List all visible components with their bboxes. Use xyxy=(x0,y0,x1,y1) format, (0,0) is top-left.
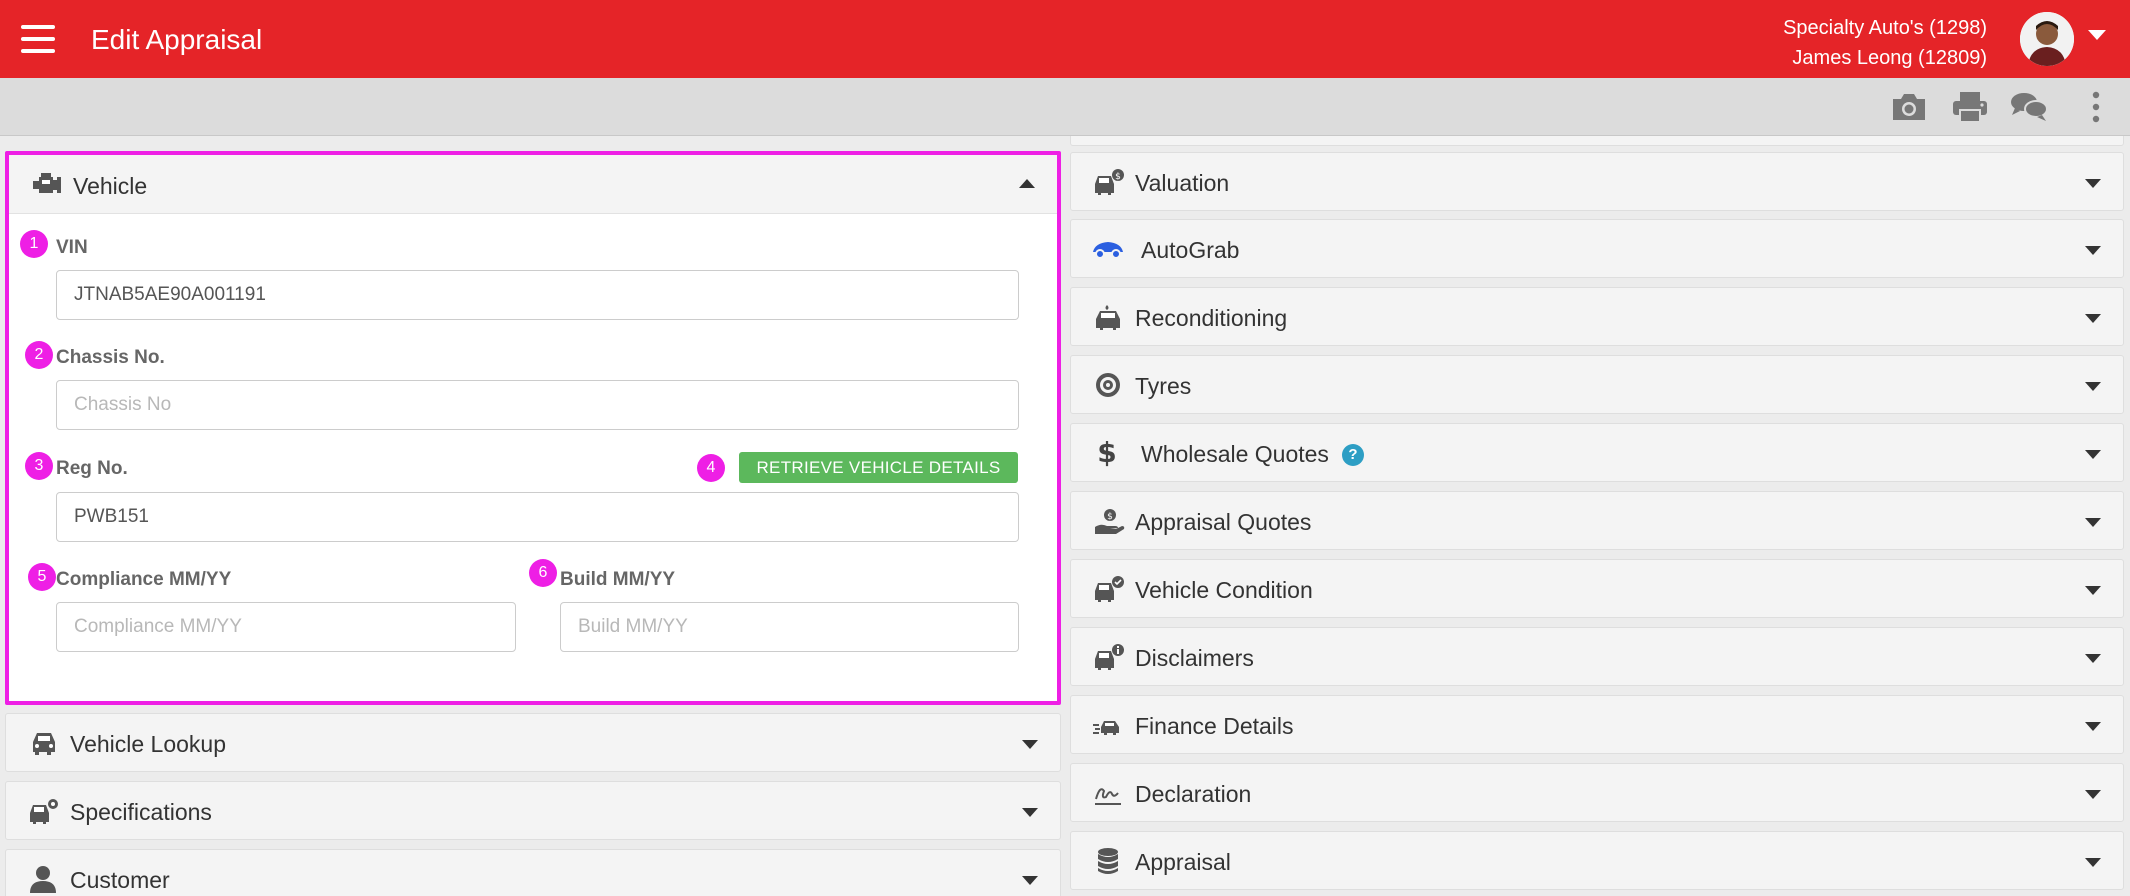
user-icon xyxy=(28,865,60,893)
compliance-label: Compliance MM/YY xyxy=(56,569,232,590)
panel-title: Specifications xyxy=(70,799,212,825)
panel-title: Appraisal xyxy=(1135,849,1231,875)
panel-valuation[interactable]: $ Valuation xyxy=(1070,152,2124,211)
reg-label: Reg No. xyxy=(56,458,128,479)
panel-finance-details[interactable]: Finance Details xyxy=(1070,695,2124,754)
expand-caret-icon[interactable] xyxy=(2085,518,2101,527)
engine-icon xyxy=(31,171,63,199)
panel-customer[interactable]: Customer xyxy=(5,849,1061,896)
panel-title: Customer xyxy=(70,867,170,893)
avatar[interactable] xyxy=(2020,12,2074,66)
collapse-caret-icon[interactable] xyxy=(1019,179,1035,188)
svg-text:$: $ xyxy=(1115,172,1121,182)
toolbar xyxy=(0,78,2130,136)
expand-caret-icon[interactable] xyxy=(1022,808,1038,817)
panel-specifications[interactable]: Specifications xyxy=(5,781,1061,840)
build-input[interactable] xyxy=(560,602,1019,652)
panel-declaration[interactable]: Declaration xyxy=(1070,763,2124,822)
print-icon[interactable] xyxy=(1950,90,1990,124)
database-icon xyxy=(1093,847,1125,875)
panel-title: Appraisal Quotes xyxy=(1135,509,1312,535)
build-label: Build MM/YY xyxy=(560,569,676,590)
svg-text:$: $ xyxy=(1097,436,1116,468)
panel-appraisal[interactable]: Appraisal xyxy=(1070,831,2124,890)
panel-tyres[interactable]: Tyres xyxy=(1070,355,2124,414)
app-header: Edit Appraisal Specialty Auto's (1298) J… xyxy=(0,0,2130,78)
panel-title: Wholesale Quotes xyxy=(1141,441,1329,467)
car-wash-icon xyxy=(1093,303,1125,331)
expand-caret-icon[interactable] xyxy=(2085,246,2101,255)
expand-caret-icon[interactable] xyxy=(2085,790,2101,799)
chat-icon[interactable] xyxy=(2009,90,2049,124)
tyre-icon xyxy=(1093,371,1125,399)
car-front-icon xyxy=(28,729,60,757)
panel-appraisal-quotes[interactable]: $ Appraisal Quotes xyxy=(1070,491,2124,550)
user-menu-caret-icon[interactable] xyxy=(2088,30,2106,40)
page-title: Edit Appraisal xyxy=(91,24,263,55)
signature-icon xyxy=(1093,779,1125,807)
svg-text:$: $ xyxy=(1107,512,1113,522)
autograb-icon xyxy=(1091,236,1123,264)
help-icon[interactable]: ? xyxy=(1342,444,1364,466)
panel-title: Tyres xyxy=(1135,373,1192,399)
car-check-icon xyxy=(1093,575,1125,603)
panel-disclaimers[interactable]: Disclaimers xyxy=(1070,627,2124,686)
panel-title: Reconditioning xyxy=(1135,305,1288,331)
expand-caret-icon[interactable] xyxy=(2085,858,2101,867)
expand-caret-icon[interactable] xyxy=(2085,586,2101,595)
expand-caret-icon[interactable] xyxy=(2085,722,2101,731)
dollar-icon: $ xyxy=(1095,436,1127,469)
panel-vehicle-condition[interactable]: Vehicle Condition xyxy=(1070,559,2124,618)
retrieve-vehicle-details-button[interactable]: RETRIEVE VEHICLE DETAILS xyxy=(739,452,1018,483)
annotation-badge: 6 xyxy=(529,559,557,587)
panel-title: AutoGrab xyxy=(1141,237,1240,263)
chassis-input[interactable] xyxy=(56,380,1019,430)
chassis-label: Chassis No. xyxy=(56,347,165,368)
expand-caret-icon[interactable] xyxy=(2085,382,2101,391)
expand-caret-icon[interactable] xyxy=(2085,654,2101,663)
expand-caret-icon[interactable] xyxy=(1022,876,1038,885)
vehicle-panel-header[interactable]: Vehicle xyxy=(9,155,1057,214)
car-dollar-icon: $ xyxy=(1093,168,1125,196)
compliance-input[interactable] xyxy=(56,602,516,652)
panel-edge xyxy=(1070,136,2124,146)
panel-title: Finance Details xyxy=(1135,713,1294,739)
annotation-badge: 4 xyxy=(697,454,725,482)
panel-title: Declaration xyxy=(1135,781,1252,807)
expand-caret-icon[interactable] xyxy=(1022,740,1038,749)
panel-wholesale-quotes[interactable]: $ Wholesale Quotes ? xyxy=(1070,423,2124,482)
annotation-badge: 5 xyxy=(28,563,56,591)
reg-input[interactable] xyxy=(56,492,1019,542)
more-vertical-icon[interactable] xyxy=(2076,90,2116,124)
menu-icon[interactable] xyxy=(21,25,55,53)
panel-title: Vehicle Condition xyxy=(1135,577,1313,603)
vin-label: VIN xyxy=(56,237,88,258)
panel-title: Disclaimers xyxy=(1135,645,1254,671)
vehicle-panel-title: Vehicle xyxy=(73,173,148,199)
panel-title: Vehicle Lookup xyxy=(70,731,227,757)
panel-vehicle-lookup[interactable]: Vehicle Lookup xyxy=(5,713,1061,772)
vehicle-panel: Vehicle 1 VIN 2 Chassis No. 3 Reg No. 4 … xyxy=(5,151,1061,705)
car-info-icon xyxy=(1093,643,1125,671)
vin-input[interactable] xyxy=(56,270,1019,320)
expand-caret-icon[interactable] xyxy=(2085,450,2101,459)
panel-autograb[interactable]: AutoGrab xyxy=(1070,219,2124,278)
car-speed-icon xyxy=(1093,711,1125,739)
expand-caret-icon[interactable] xyxy=(2085,314,2101,323)
user-info: Specialty Auto's (1298) James Leong (128… xyxy=(1783,13,1987,73)
annotation-badge: 2 xyxy=(25,341,53,369)
panel-title: Valuation xyxy=(1135,170,1230,196)
camera-icon[interactable] xyxy=(1889,90,1929,124)
dealer-name: Specialty Auto's (1298) xyxy=(1783,17,1987,39)
hand-dollar-icon: $ xyxy=(1093,507,1125,535)
annotation-badge: 3 xyxy=(25,452,53,480)
annotation-badge: 1 xyxy=(20,230,48,258)
panel-reconditioning[interactable]: Reconditioning xyxy=(1070,287,2124,346)
user-name: James Leong (12809) xyxy=(1792,47,1987,69)
car-settings-icon xyxy=(28,797,60,825)
expand-caret-icon[interactable] xyxy=(2085,179,2101,188)
